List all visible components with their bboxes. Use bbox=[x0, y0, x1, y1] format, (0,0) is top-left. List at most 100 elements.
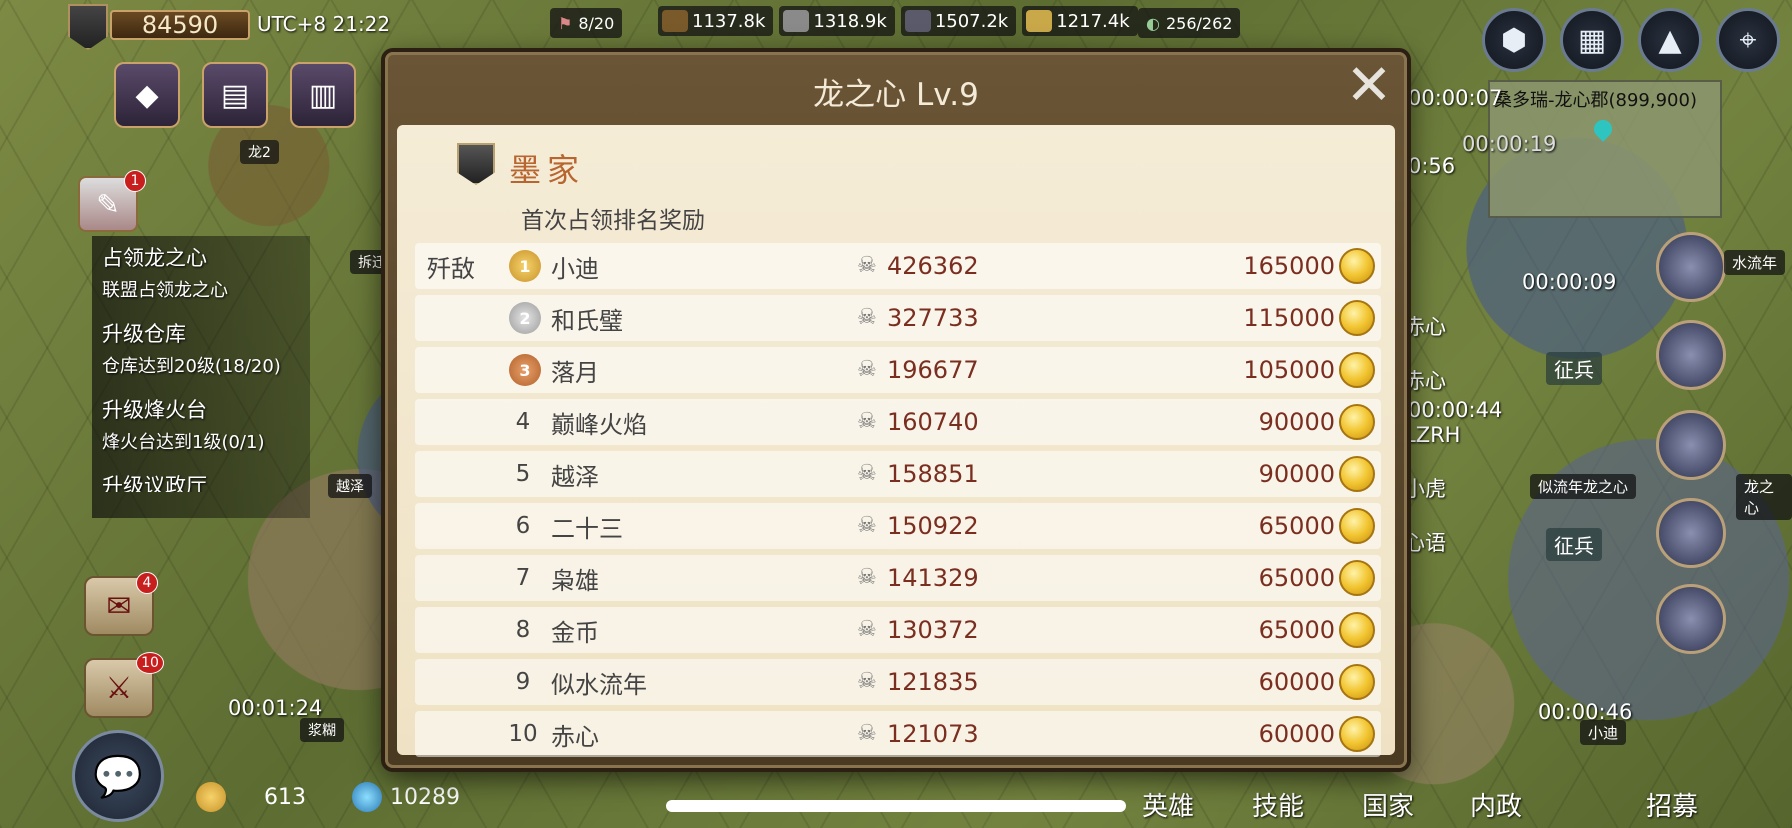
player-name: 二十三 bbox=[551, 514, 623, 543]
alliance-emblem-icon bbox=[457, 143, 495, 185]
resource-bar: 1137.8k 1318.9k 1507.2k 1217.4k bbox=[658, 6, 1138, 36]
left-shortcut-icons: ◆ ▤ ▥ bbox=[114, 62, 356, 128]
ranking-row: 歼敌 1 小迪 ☠ 426362 165000 bbox=[415, 243, 1381, 289]
rank-medal-icon: 1 bbox=[509, 250, 541, 282]
alliance-hex-icon[interactable]: ⬢ bbox=[1482, 8, 1546, 72]
skull-icon: ☠ bbox=[857, 357, 877, 382]
kill-count: 327733 bbox=[887, 304, 979, 332]
battle-badge: 10 bbox=[136, 652, 164, 674]
timer-label: 00:00:07 bbox=[1408, 86, 1503, 110]
dialog-title: 龙之心 Lv.9 bbox=[813, 77, 979, 113]
quest-panel: 占领龙之心 联盟占领龙之心 升级仓库 仓库达到20级(18/20) 升级烽火台 … bbox=[92, 236, 310, 518]
march-icon: ◐ bbox=[1146, 13, 1160, 33]
grain-icon bbox=[1026, 10, 1053, 32]
reward-amount: 65000 bbox=[1258, 512, 1335, 540]
map-label[interactable]: 龙之心 bbox=[1736, 474, 1792, 520]
gold-coin-icon bbox=[196, 782, 226, 812]
hero-portrait[interactable] bbox=[1656, 320, 1726, 390]
crystal-icon[interactable]: ◆ bbox=[114, 62, 180, 128]
map-label[interactable]: 浆糊 bbox=[300, 718, 344, 742]
ranking-row: 6 二十三 ☠ 150922 65000 bbox=[415, 503, 1381, 549]
player-power[interactable]: 84590 bbox=[110, 10, 250, 40]
troop-count[interactable]: ⚑ 8/20 bbox=[550, 8, 623, 38]
home-indicator[interactable] bbox=[666, 800, 1126, 812]
gem-display[interactable]: 10289 bbox=[352, 782, 460, 812]
chat-bubble-icon: 💬 bbox=[93, 753, 143, 800]
nav-internal[interactable]: 内政 bbox=[1470, 786, 1522, 823]
quest-item[interactable]: 升级议政厅 bbox=[102, 470, 300, 492]
skull-icon: ☠ bbox=[857, 617, 877, 642]
nav-recruit[interactable]: 招募 bbox=[1646, 786, 1698, 823]
quest-item[interactable]: 升级烽火台 烽火台达到1级(0/1) bbox=[102, 394, 300, 454]
quest-item[interactable]: 升级仓库 仓库达到20级(18/20) bbox=[102, 318, 300, 378]
hero-portrait[interactable] bbox=[1656, 498, 1726, 568]
hero-portrait[interactable] bbox=[1656, 584, 1726, 654]
map-label[interactable]: 越泽 bbox=[328, 474, 372, 498]
gold-coin-icon bbox=[1339, 300, 1375, 336]
player-name[interactable]: 赤心 bbox=[1404, 300, 1460, 354]
ranking-row: 10 赤心 ☠ 121073 60000 bbox=[415, 711, 1381, 757]
gold-coin-icon bbox=[1339, 560, 1375, 596]
quest-item[interactable]: 占领龙之心 联盟占领龙之心 bbox=[102, 242, 300, 302]
kill-count: 426362 bbox=[887, 252, 979, 280]
player-name: 巅峰火焰 bbox=[551, 410, 647, 439]
location-pin-icon[interactable]: ⌖ bbox=[1716, 8, 1780, 72]
rank-number: 6 bbox=[515, 513, 531, 539]
player-name[interactable]: LZRH bbox=[1404, 408, 1460, 462]
ranking-row: 9 似水流年 ☠ 121835 60000 bbox=[415, 659, 1381, 705]
kill-count: 160740 bbox=[887, 408, 979, 436]
gold-coin-icon bbox=[1339, 248, 1375, 284]
stone-icon bbox=[783, 10, 810, 32]
reward-amount: 60000 bbox=[1258, 668, 1335, 696]
gem-icon bbox=[352, 782, 382, 812]
map-label[interactable]: 似流年龙之心 bbox=[1530, 474, 1637, 499]
resource-item[interactable]: 1318.9k bbox=[779, 6, 895, 36]
kill-count: 121835 bbox=[887, 668, 979, 696]
chat-button[interactable]: 💬 bbox=[72, 730, 164, 822]
resource-item[interactable]: 1137.8k bbox=[658, 6, 774, 36]
nav-kingdom[interactable]: 国家 bbox=[1362, 786, 1414, 823]
world-map-icon[interactable]: ▦ bbox=[1560, 8, 1624, 72]
kill-count: 150922 bbox=[887, 512, 979, 540]
kill-count: 196677 bbox=[887, 356, 979, 384]
map-label[interactable]: 龙2 bbox=[240, 140, 279, 164]
march-count[interactable]: ◐ 256/262 bbox=[1138, 8, 1241, 38]
resource-item[interactable]: 1507.2k bbox=[900, 6, 1017, 36]
wood-icon bbox=[662, 10, 688, 32]
skull-icon: ☠ bbox=[857, 565, 877, 590]
alliance-name: 墨家 bbox=[509, 151, 586, 189]
map-label[interactable]: 小迪 bbox=[1580, 720, 1627, 745]
gold-coin-icon bbox=[1339, 508, 1375, 544]
march-timer: 00:01:24 bbox=[228, 696, 323, 720]
scroll-icon[interactable]: ▤ bbox=[202, 62, 268, 128]
timer-label: 00:00:09 bbox=[1522, 270, 1617, 294]
gold-coin-icon bbox=[1339, 352, 1375, 388]
dialog-content: 墨家 首次占领排名奖励 歼敌 1 小迪 ☠ 426362 165000 2 和氏璧 ☠ 32773… bbox=[397, 125, 1395, 757]
resource-item[interactable]: 1217.4k bbox=[1022, 6, 1138, 36]
player-name[interactable]: 心语 bbox=[1404, 516, 1460, 570]
gold-coin-icon bbox=[1339, 612, 1375, 648]
skull-icon: ☠ bbox=[857, 669, 877, 694]
player-name: 似水流年 bbox=[551, 670, 647, 699]
skull-icon: ☠ bbox=[857, 721, 877, 746]
hero-portrait[interactable] bbox=[1656, 232, 1726, 302]
kill-count: 158851 bbox=[887, 460, 979, 488]
recruit-button[interactable]: 征兵 bbox=[1546, 528, 1602, 561]
rank-number: 10 bbox=[508, 721, 538, 747]
close-icon[interactable]: ✕ bbox=[1340, 57, 1398, 115]
hero-portrait[interactable] bbox=[1656, 410, 1726, 480]
mail-badge: 4 bbox=[136, 572, 158, 594]
gold-display[interactable]: 613 bbox=[196, 782, 306, 812]
reward-amount: 105000 bbox=[1243, 356, 1335, 384]
map-label[interactable]: 水流年 bbox=[1724, 250, 1786, 275]
player-name[interactable]: 小虎 bbox=[1404, 462, 1460, 516]
collapse-arrow-icon[interactable]: ▲ bbox=[1638, 8, 1702, 72]
reward-amount: 65000 bbox=[1258, 564, 1335, 592]
banner-icon[interactable]: ▥ bbox=[290, 62, 356, 128]
gold-coin-icon bbox=[1339, 664, 1375, 700]
nav-skills[interactable]: 技能 bbox=[1252, 786, 1304, 823]
recruit-button[interactable]: 征兵 bbox=[1546, 352, 1602, 385]
reward-amount: 115000 bbox=[1243, 304, 1335, 332]
nav-heroes[interactable]: 英雄 bbox=[1142, 786, 1194, 823]
player-name[interactable]: 赤心 bbox=[1404, 354, 1460, 408]
